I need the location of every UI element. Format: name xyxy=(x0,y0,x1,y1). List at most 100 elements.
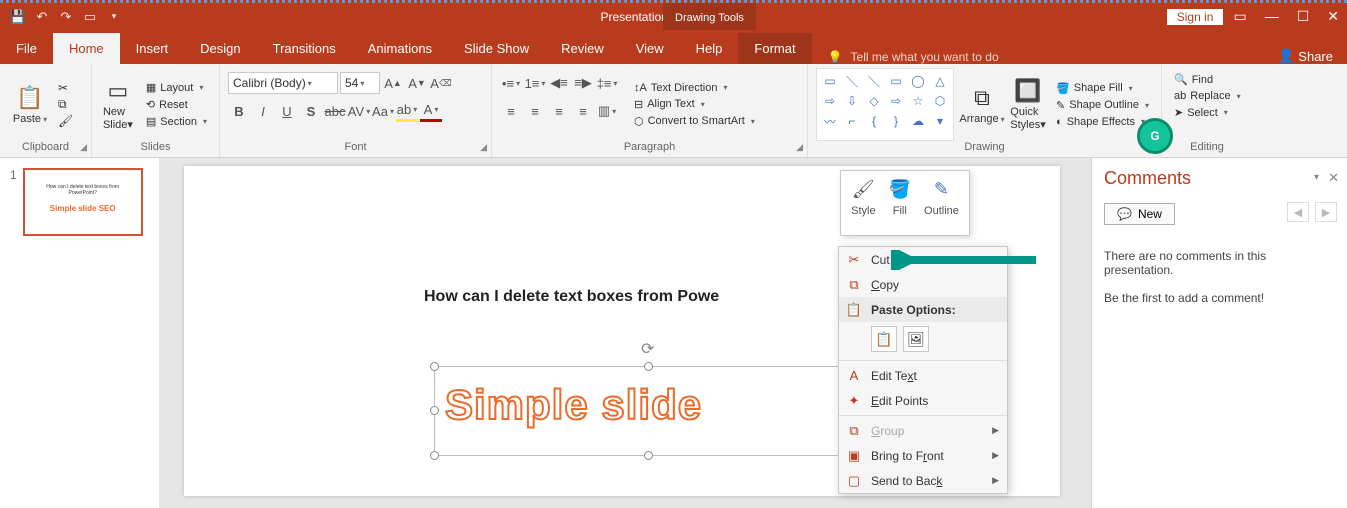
italic-button[interactable]: I xyxy=(252,100,274,122)
prev-comment-button[interactable]: ◀ xyxy=(1287,202,1309,222)
bold-button[interactable]: B xyxy=(228,100,250,122)
text-direction-button[interactable]: ↕AText Direction xyxy=(630,81,759,95)
mini-outline-button[interactable]: ✎Outline xyxy=(924,177,959,229)
qat-customize-icon[interactable]: ▾ xyxy=(106,9,122,25)
comments-options-icon[interactable]: ▾ xyxy=(1314,172,1319,183)
font-launcher-icon[interactable]: ◢ xyxy=(480,142,487,153)
share-button[interactable]: 👤 Share xyxy=(1264,48,1347,64)
shape-rect2-icon[interactable]: ▭ xyxy=(886,72,906,90)
align-center-icon[interactable]: ≡ xyxy=(524,100,546,122)
shape-fill-button[interactable]: 🪣Shape Fill xyxy=(1052,81,1153,96)
columns-button[interactable]: ▥ xyxy=(596,100,618,122)
grammarly-icon[interactable]: G xyxy=(1137,118,1173,154)
tell-me-search[interactable]: 💡 Tell me what you want to do xyxy=(812,50,1015,64)
decrease-indent-icon[interactable]: ◀≡ xyxy=(548,72,570,94)
rotate-handle-icon[interactable]: ⟳ xyxy=(641,339,654,359)
slide-heading-text[interactable]: How can I delete text boxes from Powe xyxy=(424,288,719,306)
shape-diamond-icon[interactable]: ◇ xyxy=(864,92,884,110)
shape-effects-button[interactable]: ◐Shape Effects xyxy=(1052,115,1153,129)
new-comment-button[interactable]: 💬 New xyxy=(1104,203,1175,225)
decrease-font-icon[interactable]: A▼ xyxy=(406,72,428,94)
resize-handle-tl[interactable] xyxy=(430,362,439,371)
paste-picture[interactable]: 🖼 xyxy=(903,326,929,352)
redo-icon[interactable]: ↷ xyxy=(58,9,74,25)
shape-oval-icon[interactable]: ◯ xyxy=(908,72,928,90)
maximize-icon[interactable]: ☐ xyxy=(1297,8,1310,25)
justify-icon[interactable]: ≡ xyxy=(572,100,594,122)
shape-more-icon[interactable]: ▾ xyxy=(930,112,950,130)
paragraph-launcher-icon[interactable]: ◢ xyxy=(796,142,803,153)
shape-line2-icon[interactable]: ＼ xyxy=(864,72,884,90)
align-right-icon[interactable]: ≡ xyxy=(548,100,570,122)
paste-button[interactable]: 📋 Paste xyxy=(8,68,52,141)
replace-button[interactable]: abReplace xyxy=(1170,89,1244,103)
next-comment-button[interactable]: ▶ xyxy=(1315,202,1337,222)
resize-handle-tm[interactable] xyxy=(644,362,653,371)
shape-brace-icon[interactable]: { xyxy=(864,112,884,130)
sign-in-button[interactable]: Sign in xyxy=(1167,9,1224,25)
shape-line-icon[interactable]: ＼ xyxy=(842,72,862,90)
tab-format[interactable]: Format xyxy=(738,33,811,64)
ribbon-display-icon[interactable]: ▭ xyxy=(1233,8,1246,25)
close-icon[interactable]: ✕ xyxy=(1327,8,1339,25)
undo-icon[interactable]: ↶ xyxy=(34,9,50,25)
find-button[interactable]: 🔍Find xyxy=(1170,72,1244,87)
context-edit-text[interactable]: AEdit Text xyxy=(839,363,1007,388)
save-icon[interactable]: 💾 xyxy=(10,9,26,25)
shape-hex-icon[interactable]: ⬡ xyxy=(930,92,950,110)
paste-use-destination-theme[interactable]: 📋 xyxy=(871,326,897,352)
clear-formatting-icon[interactable]: A⌫ xyxy=(430,72,452,94)
shapes-gallery[interactable]: ▭＼＼▭◯△ ⇨⇩◇⇨☆⬡ 〰⌐{}☁▾ xyxy=(816,68,954,141)
clipboard-launcher-icon[interactable]: ◢ xyxy=(80,142,87,153)
line-spacing-button[interactable]: ‡≡ xyxy=(596,72,618,94)
slide-thumbnail-1[interactable]: How can I delete text boxes from PowerPo… xyxy=(23,168,143,236)
context-edit-points[interactable]: ✦Edit Points xyxy=(839,388,1007,413)
mini-fill-button[interactable]: 🪣Fill xyxy=(888,177,912,229)
underline-button[interactable]: U xyxy=(276,100,298,122)
increase-font-icon[interactable]: A▲ xyxy=(382,72,404,94)
copy-icon[interactable]: ⧉ xyxy=(58,97,73,112)
comments-close-icon[interactable]: ✕ xyxy=(1328,170,1339,186)
shadow-button[interactable]: S xyxy=(300,100,322,122)
convert-smartart-button[interactable]: ⬡Convert to SmartArt xyxy=(630,114,759,129)
shape-triangle-icon[interactable]: △ xyxy=(930,72,950,90)
tab-animations[interactable]: Animations xyxy=(352,33,448,64)
resize-handle-bl[interactable] xyxy=(430,451,439,460)
shape-curve-icon[interactable]: 〰 xyxy=(820,112,840,130)
font-name-combo[interactable]: Calibri (Body) xyxy=(228,72,338,94)
shape-callout-icon[interactable]: ☁ xyxy=(908,112,928,130)
tab-home[interactable]: Home xyxy=(53,33,120,64)
highlight-button[interactable]: ab xyxy=(396,100,418,122)
increase-indent-icon[interactable]: ≡▶ xyxy=(572,72,594,94)
tab-review[interactable]: Review xyxy=(545,33,620,64)
shape-brace2-icon[interactable]: } xyxy=(886,112,906,130)
new-slide-button[interactable]: ▭ New Slide▾ xyxy=(100,68,136,141)
font-size-combo[interactable]: 54 xyxy=(340,72,380,94)
align-left-icon[interactable]: ≡ xyxy=(500,100,522,122)
context-group[interactable]: ⧉Group▶ xyxy=(839,418,1007,443)
cut-icon[interactable]: ✂ xyxy=(58,81,73,95)
tab-design[interactable]: Design xyxy=(184,33,256,64)
numbering-button[interactable]: 1≡ xyxy=(524,72,546,94)
tab-transitions[interactable]: Transitions xyxy=(257,33,352,64)
shape-arrow-r-icon[interactable]: ⇨ xyxy=(820,92,840,110)
slide-editor[interactable]: How can I delete text boxes from Powe ⟳ … xyxy=(160,158,1091,508)
tab-insert[interactable]: Insert xyxy=(120,33,185,64)
tab-file[interactable]: File xyxy=(0,33,53,64)
tab-view[interactable]: View xyxy=(620,33,680,64)
start-from-beginning-icon[interactable]: ▭ xyxy=(82,9,98,25)
mini-style-button[interactable]: 🖌Style xyxy=(851,177,875,229)
shape-arrow-d-icon[interactable]: ⇩ xyxy=(842,92,862,110)
context-bring-to-front[interactable]: ▣Bring to Front▶ xyxy=(839,443,1007,468)
arrange-button[interactable]: ⧉ Arrange xyxy=(960,68,1004,141)
context-send-to-back[interactable]: ▢Send to Back▶ xyxy=(839,468,1007,493)
select-button[interactable]: ➤Select xyxy=(1170,105,1244,120)
section-button[interactable]: ▤Section xyxy=(142,114,211,129)
bullets-button[interactable]: •≡ xyxy=(500,72,522,94)
format-painter-icon[interactable]: 🖌 xyxy=(58,114,73,128)
minimize-icon[interactable]: — xyxy=(1265,8,1279,25)
shape-outline-button[interactable]: ✎Shape Outline xyxy=(1052,98,1153,113)
change-case-button[interactable]: Aa xyxy=(372,100,394,122)
strikethrough-button[interactable]: abc xyxy=(324,100,346,122)
quick-styles-button[interactable]: 🔲 Quick Styles▾ xyxy=(1010,68,1046,141)
